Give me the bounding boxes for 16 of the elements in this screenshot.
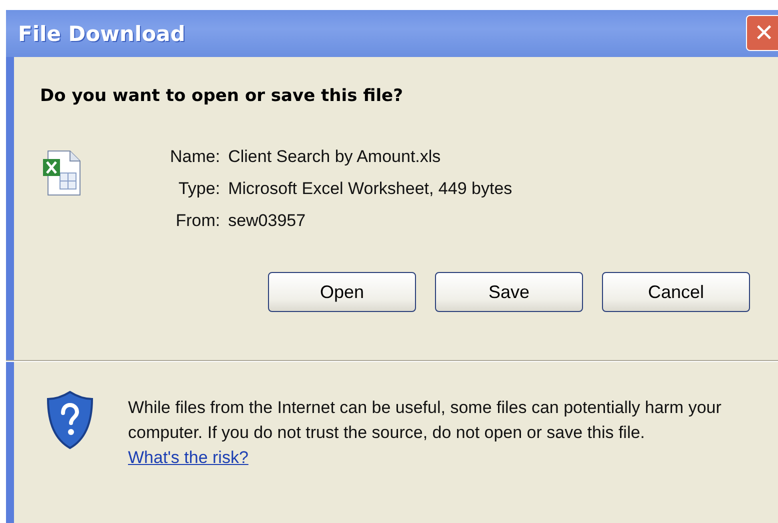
field-label: Name:	[170, 147, 220, 167]
security-shield-icon	[44, 389, 96, 451]
window-title: File Download	[18, 22, 186, 46]
question-text: Do you want to open or save this file?	[40, 86, 404, 106]
warning-text: While files from the Internet can be useful, some files can potentially harm your computer. If you do not trust the source, do not open or save this file. What's the risk?	[128, 397, 722, 469]
field-value: Client Search by Amount.xls	[228, 147, 442, 167]
dialog-button[interactable]: Open	[268, 272, 416, 312]
field-label: From:	[174, 211, 220, 231]
risk-link[interactable]: What's the risk?	[128, 448, 248, 467]
field-value: Microsoft Excel Worksheet, 449 bytes	[228, 179, 512, 199]
field-value: sew03957	[228, 211, 307, 231]
field-label: Type:	[177, 179, 220, 199]
dialog-button[interactable]: Save	[435, 272, 583, 312]
dialog-button[interactable]: Cancel	[602, 272, 750, 312]
close-button[interactable]: ✕	[746, 15, 778, 51]
spreadsheet-file-icon	[42, 149, 82, 197]
